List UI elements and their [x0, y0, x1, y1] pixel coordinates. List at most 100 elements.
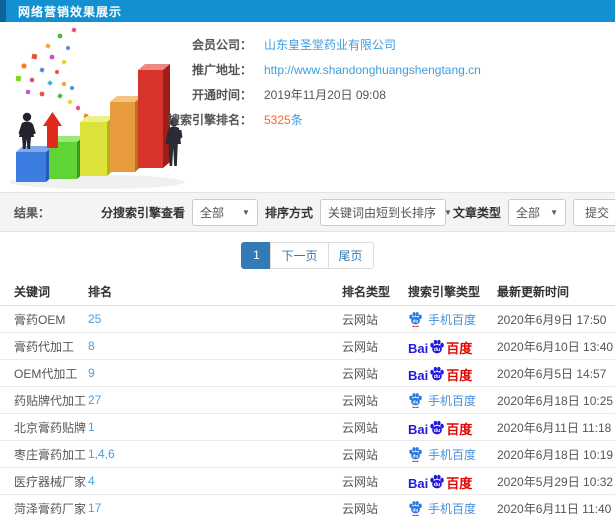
rank-cell: 1,4,6 [88, 447, 342, 461]
app: 网络营销效果展示 会员公司： 山东皇圣堂药业有限公司 推广地址： http://… [0, 0, 615, 520]
mobile-baidu-label: 手机百度 [428, 312, 477, 327]
info-row-opened: 开通时间： 2019年11月20日 09:08 [156, 82, 481, 107]
table-row: 医疗器械厂家 4 云网站 Bai du 百度 2020年5月29日 10:32 [0, 468, 615, 495]
rank-link[interactable]: 17 [88, 501, 101, 515]
submit-button[interactable]: 提交 [572, 198, 615, 226]
baidu-paw-icon: du [430, 420, 445, 434]
rank-cell: 9 [88, 366, 342, 380]
rank-link[interactable]: 1,4,6 [88, 447, 115, 461]
keyword-cell: 膏药OEM [14, 312, 66, 327]
info-row-rank-count: 搜索引擎排名： 5325条 [156, 107, 481, 132]
svg-text:du: du [413, 399, 419, 404]
baidu-paw-icon: du [430, 474, 445, 488]
result-label: 结果： [14, 205, 51, 220]
rank-link[interactable]: 9 [88, 366, 95, 380]
chevron-down-icon: ▼ [443, 207, 452, 217]
sort-filter-select[interactable]: 关键词由短到长排序 ▼ [319, 198, 452, 226]
rank-type-cell: 云网站 [342, 474, 379, 489]
rank-cell: 17 [88, 501, 342, 515]
info-row-company: 会员公司： 山东皇圣堂药业有限公司 [156, 32, 481, 57]
rank-cell: 25 [88, 312, 342, 326]
engine-cell: Bai du 百度 [408, 473, 497, 490]
rank-link[interactable]: 25 [88, 312, 101, 326]
baidu-paw-icon: du [409, 501, 422, 516]
svg-text:du: du [413, 453, 419, 458]
baidu-paw-icon: du [409, 393, 422, 408]
keyword-cell: OEM代加工 [14, 366, 78, 381]
keyword-cell: 枣庄膏药加工 [14, 447, 87, 462]
engine-filter-select[interactable]: 全部 ▼ [191, 198, 258, 226]
rank-link[interactable]: 8 [88, 339, 95, 353]
rank-cell: 1 [88, 420, 342, 434]
baidu-logo: Bai du 百度 [408, 473, 472, 490]
company-link[interactable]: 山东皇圣堂药业有限公司 [264, 36, 396, 53]
rank-count-value: 5325条 [264, 111, 303, 128]
bar-orange [110, 96, 142, 172]
table-row: 膏药OEM 25 云网站 du 手机百度 2020年6月9日 17:50 [0, 306, 615, 333]
engine-filter-value: 全部 [199, 205, 224, 220]
baidu-paw-icon: du [409, 447, 422, 462]
rank-cell: 27 [88, 393, 342, 407]
rank-type-cell: 云网站 [342, 366, 379, 381]
pagination-zone: 1 下一页 尾页 [0, 232, 615, 278]
filter-bar: 结果： 分搜索引擎查看 全部 ▼ 排序方式 关键词由短到长排序 ▼ 文章类型 全… [0, 192, 615, 232]
updated-cell: 2020年6月11日 11:40 [497, 501, 612, 516]
engine-cell: du 手机百度 [408, 392, 497, 409]
mobile-baidu-logo: du 手机百度 [408, 392, 476, 409]
mobile-baidu-label: 手机百度 [428, 447, 477, 462]
baidu-logo-suffix: 百度 [446, 421, 473, 436]
table-row: 膏药代加工 8 云网站 Bai du 百度 2020年6月10日 13:40 [0, 333, 615, 360]
page-title: 网络营销效果展示 [18, 4, 123, 19]
mobile-baidu-logo: du 手机百度 [408, 500, 476, 517]
promo-url-label: 推广地址： [191, 63, 252, 77]
chevron-down-icon: ▼ [242, 207, 250, 217]
engine-cell: du 手机百度 [408, 446, 497, 463]
bar-blue [16, 146, 53, 182]
keyword-cell: 膏药代加工 [14, 339, 75, 354]
promo-url-link[interactable]: http://www.shandonghuangshengtang.cn [264, 63, 481, 77]
updated-cell: 2020年6月5日 14:57 [497, 366, 607, 381]
col-header-keyword: 关键词 [14, 285, 51, 299]
engine-cell: Bai du 百度 [408, 338, 497, 355]
engine-cell: Bai du 百度 [408, 365, 497, 382]
rank-link[interactable]: 1 [88, 420, 95, 434]
rank-type-cell: 云网站 [342, 501, 379, 516]
page-button-current[interactable]: 1 [241, 241, 272, 269]
col-header-rank: 排名 [88, 285, 113, 299]
col-header-engine-type: 搜索引擎类型 [408, 285, 481, 299]
rank-type-cell: 云网站 [342, 420, 379, 435]
sort-filter-value: 关键词由短到长排序 [327, 205, 436, 220]
app-header: 网络营销效果展示 [0, 0, 615, 22]
col-header-updated: 最新更新时间 [497, 285, 570, 299]
article-type-select[interactable]: 全部 ▼ [507, 198, 566, 226]
company-label: 会员公司： [191, 38, 252, 52]
svg-text:du: du [434, 347, 441, 353]
page-button-next[interactable]: 下一页 [270, 241, 329, 269]
rank-type-cell: 云网站 [342, 393, 379, 408]
rank-count-label: 搜索引擎排名： [167, 113, 252, 127]
keyword-cell: 北京膏药贴牌 [14, 420, 87, 435]
mobile-baidu-logo: du 手机百度 [408, 446, 476, 463]
header-accent [0, 0, 6, 22]
businessman-left [18, 112, 36, 149]
rank-link[interactable]: 27 [88, 393, 101, 407]
table-row: 菏泽膏药厂家 17 云网站 du 手机百度 2020年6月11日 11:40 [0, 495, 615, 520]
keyword-cell: 药贴牌代加工 [14, 393, 87, 408]
updated-cell: 2020年6月9日 17:50 [497, 312, 607, 327]
baidu-logo: Bai du 百度 [408, 338, 472, 355]
keyword-cell: 菏泽膏药厂家 [14, 501, 87, 516]
baidu-paw-icon: du [409, 312, 422, 327]
article-type-value: 全部 [515, 205, 540, 220]
svg-text:du: du [434, 428, 441, 434]
sort-filter-label: 排序方式 [264, 205, 313, 220]
table-row: OEM代加工 9 云网站 Bai du 百度 2020年6月5日 14:57 [0, 360, 615, 387]
rank-link[interactable]: 4 [88, 474, 95, 488]
rank-type-cell: 云网站 [342, 339, 379, 354]
svg-text:du: du [434, 374, 441, 380]
rank-count-number: 5325 [264, 113, 291, 127]
baidu-paw-icon: du [430, 339, 445, 353]
rankings-table: 关键词 排名 排名类型 搜索引擎类型 最新更新时间 膏药OEM 25 云网站 d… [0, 278, 615, 520]
page-button-last[interactable]: 尾页 [327, 241, 374, 269]
baidu-logo-prefix: Bai [408, 475, 429, 490]
baidu-logo: Bai du 百度 [408, 419, 472, 436]
